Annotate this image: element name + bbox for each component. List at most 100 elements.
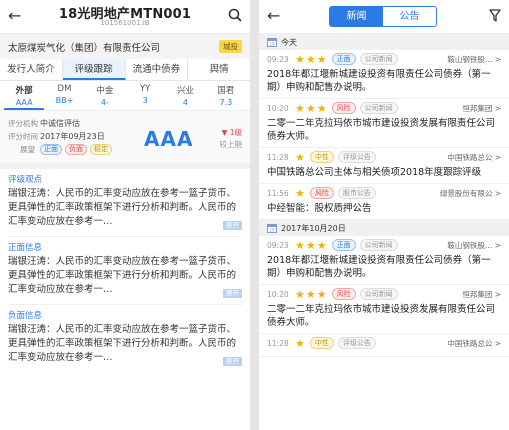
news-title: 2018年都江堰新城建设投资有限责任公司债券（第一期）申购和配售办说明。 <box>267 255 491 279</box>
calendar-icon: 19 <box>267 224 277 233</box>
agency-tab[interactable]: 外部 AAA <box>4 81 45 110</box>
news-source[interactable]: 中国铁路总公 > <box>447 338 501 349</box>
rating-change: ▼ 1级 较上期 <box>220 127 243 150</box>
rating-change-note: 较上期 <box>219 140 243 149</box>
agency-tab[interactable]: 国君 7.3 <box>206 81 246 110</box>
news-type-tag: 公司新闻 <box>359 102 398 114</box>
section-rating-view: 评级观点 瑞银汪涛：人民币的汇率变动应放在参考一篮子货币、更具弹性的汇率政策框架… <box>0 169 250 231</box>
expand-button[interactable]: 展开 <box>223 289 242 298</box>
news-source[interactable]: 绿景股份有限公 > <box>440 188 501 199</box>
label: 评分时间 <box>8 132 38 141</box>
sentiment-tag: 风险 <box>309 187 334 199</box>
star-rating-icon: ★ <box>295 336 306 350</box>
news-type-tag: 公司新闻 <box>359 53 398 65</box>
expand-button[interactable]: 展开 <box>223 221 242 230</box>
news-item[interactable]: 09:23 ★★★ 正面 公司新闻 鞍山钢铁股… > 2018年都江堰新城建设投资有限责任… <box>259 236 509 285</box>
star-rating-icon: ★★★ <box>295 101 328 115</box>
news-meta: 09:23 ★★★ 正面 公司新闻 鞍山钢铁股… > <box>259 50 509 68</box>
news-meta: 10:20 ★★★ 风险 公司新闻 恒邦集团 > <box>259 99 509 117</box>
news-item[interactable]: 11:28 ★ 中性 评级公告 中国铁路总公 > <box>259 334 509 357</box>
tab-issuer-intro[interactable]: 发行人简介 <box>0 59 63 80</box>
star-rating-icon: ★★★ <box>295 287 328 301</box>
sentiment-tag: 中性 <box>309 151 334 163</box>
tab-rating-tracking[interactable]: 评级跟踪 <box>62 59 126 80</box>
label: 展望 <box>20 145 35 154</box>
header: ← 18光明地产MTN001 101561001.IB <box>0 0 250 34</box>
news-time: 11:56 <box>267 188 289 198</box>
back-arrow-icon[interactable]: ← <box>267 6 280 25</box>
bond-code: 101561001.IB <box>100 19 150 27</box>
news-type-tag: 评级公告 <box>337 151 376 163</box>
news-meta: 11:56 ★ 风险 股市公告 绿景股份有限公 > <box>259 184 509 202</box>
rating-change-value: ▼ 1级 <box>221 128 242 137</box>
news-item[interactable]: 10:20 ★★★ 风险 公司新闻 恒邦集团 > 二零一二年克拉玛依市城市建设投资发展有限… <box>259 99 509 148</box>
news-item[interactable]: 11:56 ★ 风险 股市公告 绿景股份有限公 > 中经智能：股权质押公告 <box>259 184 509 220</box>
date-header: 19 今天 <box>259 34 509 50</box>
section-title: 负面信息 <box>8 311 43 321</box>
tab-outstanding-bonds[interactable]: 流通中债券 <box>126 59 189 80</box>
news-time: 09:23 <box>267 54 289 64</box>
svg-text:19: 19 <box>269 228 275 233</box>
news-title: 二零一二年克拉玛依市城市建设投资发展有限责任公司债券大师。 <box>267 304 496 328</box>
news-meta: 09:23 ★★★ 正面 公司新闻 鞍山钢铁股… > <box>259 236 509 254</box>
agency-tab[interactable]: 兴业 4 <box>165 81 205 110</box>
header: ← 新闻 公告 <box>259 0 509 34</box>
section-title: 正面信息 <box>8 243 43 253</box>
issuer-type-badge: 城投 <box>219 40 242 53</box>
news-time: 11:28 <box>267 338 289 348</box>
news-list: 19 今天 09:23 ★★★ 正面 公司新闻 鞍山钢铁股… >2018年都江堰新城建设投资… <box>259 34 509 357</box>
news-source[interactable]: 中国铁路总公 > <box>447 152 501 163</box>
tab-public-opinion[interactable]: 舆情 <box>188 59 250 80</box>
sentiment-tag: 风险 <box>331 288 356 300</box>
tab-announcement[interactable]: 公告 <box>383 7 436 26</box>
search-icon[interactable] <box>228 8 242 22</box>
date-label: 今天 <box>281 37 297 47</box>
section-positive-info: 正面信息 瑞银汪涛：人民币的汇率变动应放在参考一篮子货币、更具弹性的汇率政策框架… <box>0 237 250 299</box>
issuer-row[interactable]: 太原煤炭气化（集团）有限责任公司 城投 <box>0 34 250 59</box>
sentiment-tag: 风险 <box>331 102 356 114</box>
section-negative-info: 负面信息 瑞银汪涛：人民币的汇率变动应放在参考一篮子货币、更具弹性的汇率政策框架… <box>0 305 250 367</box>
news-source[interactable]: 鞍山钢铁股… > <box>447 240 501 251</box>
expand-button[interactable]: 展开 <box>223 357 242 366</box>
agency-tab[interactable]: YY 3 <box>125 81 165 110</box>
news-announcement-switch: 新闻 公告 <box>329 6 437 27</box>
news-source[interactable]: 鞍山钢铁股… > <box>447 54 501 65</box>
news-source[interactable]: 恒邦集团 > <box>462 103 501 114</box>
news-meta: 11:28 ★ 中性 评级公告 中国铁路总公 > <box>259 334 509 352</box>
section-body: 瑞银汪涛：人民币的汇率变动应放在参考一篮子货币、更具弹性的汇率政策框架下进行分析… <box>8 324 237 363</box>
tab-news[interactable]: 新闻 <box>330 7 383 26</box>
date-header: 19 2017年10月20日 <box>259 220 509 236</box>
news-title: 中经智能：股权质押公告 <box>267 203 372 214</box>
news-type-tag: 公司新闻 <box>359 288 398 300</box>
news-time: 10:20 <box>267 103 289 113</box>
news-type-tag: 公司新闻 <box>359 239 398 251</box>
section-title: 评级观点 <box>8 175 43 185</box>
news-item[interactable]: 10:20 ★★★ 风险 公司新闻 恒邦集团 > 二零一二年克拉玛依市城市建设投资发展有限… <box>259 285 509 334</box>
news-time: 11:28 <box>267 152 289 162</box>
svg-text:19: 19 <box>269 42 275 47</box>
agency-tab[interactable]: 中金 4- <box>85 81 125 110</box>
agency-tabs: 外部 AAA DM BB+ 中金 4- YY 3 兴业 4 国君 7.3 <box>0 81 250 111</box>
filter-icon[interactable] <box>489 9 501 22</box>
news-item[interactable]: 11:28 ★ 中性 评级公告 中国铁路总公 > 中国铁路总公司主体与相关债项2018年度… <box>259 148 509 184</box>
news-source[interactable]: 恒邦集团 > <box>462 289 501 300</box>
news-screen: ← 新闻 公告 19 今天 09:23 ★★★ 正面 公司新闻 鞍山钢铁股… >2018年都… <box>259 0 509 430</box>
outlook-tag: 正面 <box>40 144 62 155</box>
calendar-icon: 19 <box>267 38 277 47</box>
star-rating-icon: ★ <box>295 186 306 200</box>
news-item[interactable]: 09:23 ★★★ 正面 公司新闻 鞍山钢铁股… > 2018年都江堰新城建设投资有限责任… <box>259 50 509 99</box>
news-type-tag: 评级公告 <box>337 337 376 349</box>
news-time: 09:23 <box>267 240 289 250</box>
agency-tab[interactable]: DM BB+ <box>44 81 84 110</box>
current-rating: AAA <box>144 127 194 151</box>
star-rating-icon: ★★★ <box>295 52 328 66</box>
detail-tabs: 发行人简介 评级跟踪 流通中债券 舆情 <box>0 59 250 81</box>
news-title: 二零一二年克拉玛依市城市建设投资发展有限责任公司债券大师。 <box>267 118 496 142</box>
rating-detail: 评分机构 中诚信评估 评分时间 2017年09月23日 展望 正面 负面 稳定 AA… <box>0 111 250 169</box>
news-meta: 11:28 ★ 中性 评级公告 中国铁路总公 > <box>259 148 509 166</box>
section-body: 瑞银汪涛：人民币的汇率变动应放在参考一篮子货币、更具弹性的汇率政策框架下进行分析… <box>8 256 237 295</box>
news-meta: 10:20 ★★★ 风险 公司新闻 恒邦集团 > <box>259 285 509 303</box>
star-rating-icon: ★ <box>295 150 306 164</box>
news-time: 10:20 <box>267 289 289 299</box>
sentiment-tag: 中性 <box>309 337 334 349</box>
